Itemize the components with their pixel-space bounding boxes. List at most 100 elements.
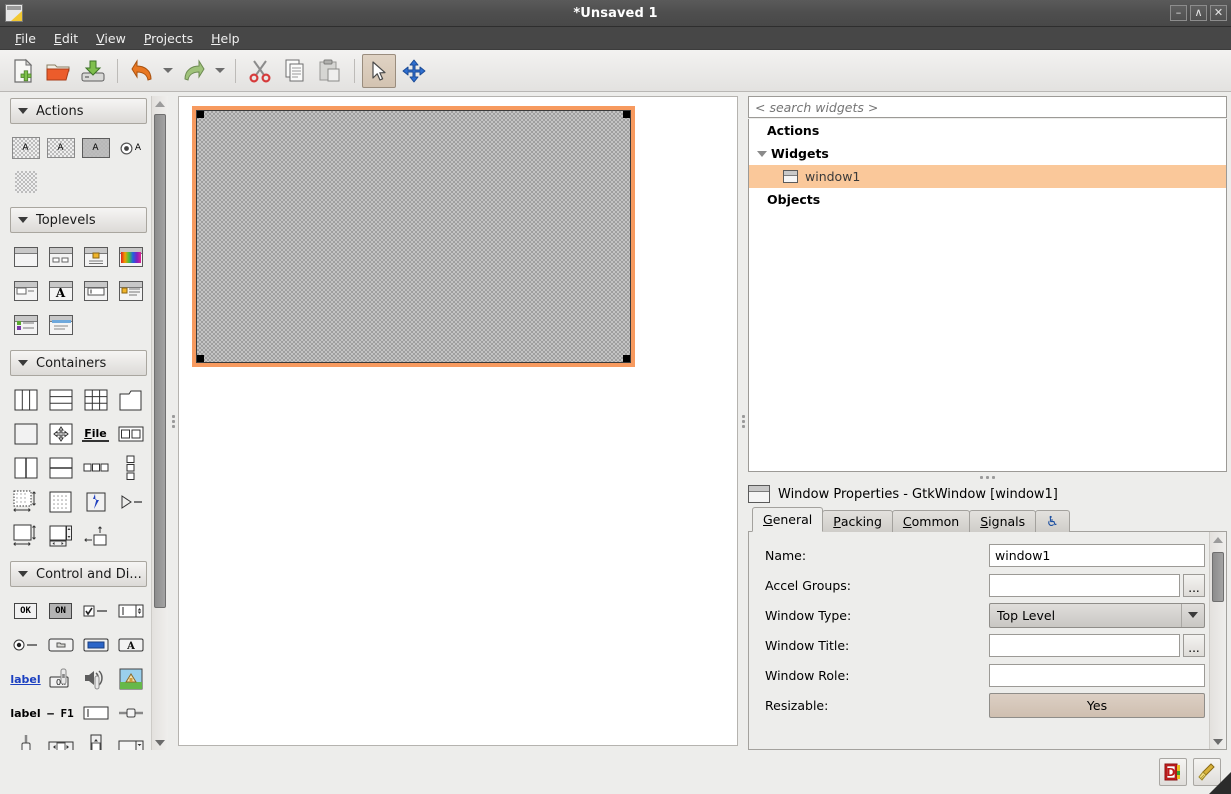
inspector-properties-splitter[interactable] bbox=[748, 472, 1227, 482]
tab-packing[interactable]: Packing bbox=[822, 510, 893, 532]
palette-section-containers[interactable]: Containers bbox=[10, 350, 147, 376]
palette-item-file-chooser-widget[interactable]: File bbox=[78, 417, 113, 451]
palette-item-input-dialog[interactable] bbox=[78, 274, 113, 308]
palette-item-box-horizontal[interactable] bbox=[8, 383, 43, 417]
palette-section-toplevels[interactable]: Toplevels bbox=[10, 207, 147, 233]
resize-grip-icon[interactable] bbox=[1209, 772, 1231, 794]
palette-item-file-chooser-button[interactable] bbox=[43, 628, 78, 662]
resize-handle-top-left[interactable] bbox=[197, 111, 204, 118]
maximize-button[interactable]: ∧ bbox=[1190, 5, 1207, 21]
palette-section-control-display[interactable]: Control and Di... bbox=[10, 561, 147, 587]
palette-item-link-button[interactable]: label bbox=[8, 662, 43, 696]
palette-item-color-button[interactable] bbox=[78, 628, 113, 662]
palette-item-font-button[interactable]: A bbox=[113, 628, 148, 662]
tree-row-objects[interactable]: Objects bbox=[749, 188, 1226, 211]
palette-item-radio-action[interactable]: A bbox=[113, 131, 148, 165]
palette-item-hscale[interactable] bbox=[113, 696, 148, 730]
palette-item-vscale[interactable] bbox=[8, 730, 43, 750]
palette-item-check-button[interactable] bbox=[78, 594, 113, 628]
palette-item-scrolled-window[interactable] bbox=[43, 519, 78, 553]
undo-button[interactable] bbox=[125, 54, 159, 88]
menu-file[interactable]: File bbox=[6, 29, 45, 48]
palette-item-handle-box[interactable] bbox=[78, 519, 113, 553]
palette-item-hbutton-box[interactable] bbox=[78, 451, 113, 485]
palette-item-file-chooser-dialog[interactable] bbox=[8, 274, 43, 308]
palette-item-accel-label[interactable]: — F1 bbox=[43, 696, 78, 730]
palette-canvas-splitter[interactable] bbox=[168, 92, 178, 750]
tab-common[interactable]: Common bbox=[891, 510, 971, 532]
tab-signals[interactable]: Signals bbox=[969, 510, 1037, 532]
palette-item-button[interactable]: OK bbox=[8, 594, 43, 628]
window-type-dropdown[interactable] bbox=[1181, 603, 1204, 627]
palette-scroll-down-icon[interactable] bbox=[152, 735, 168, 750]
palette-item-color-selection-dialog[interactable] bbox=[113, 240, 148, 274]
palette-item-action-group[interactable]: A bbox=[8, 131, 43, 165]
palette-item-spin-button[interactable] bbox=[113, 594, 148, 628]
save-button[interactable] bbox=[76, 54, 110, 88]
palette-scrollbar[interactable] bbox=[151, 96, 168, 750]
palette-section-actions[interactable]: Actions bbox=[10, 98, 147, 124]
palette-item-button-box[interactable] bbox=[113, 417, 148, 451]
copy-button[interactable] bbox=[278, 54, 312, 88]
palette-item-volume-button[interactable] bbox=[78, 662, 113, 696]
palette-item-layout[interactable] bbox=[8, 485, 43, 519]
palette-item-alignment[interactable] bbox=[43, 417, 78, 451]
tab-general[interactable]: General bbox=[752, 507, 824, 532]
properties-scrollbar[interactable] bbox=[1209, 532, 1226, 749]
tree-row-actions[interactable]: Actions bbox=[749, 119, 1226, 142]
menu-help[interactable]: Help bbox=[202, 29, 249, 48]
minimize-button[interactable]: – bbox=[1170, 5, 1187, 21]
palette-scroll-up-icon[interactable] bbox=[152, 96, 168, 111]
cut-button[interactable] bbox=[243, 54, 277, 88]
devhelp-button[interactable]: D bbox=[1159, 758, 1187, 786]
close-button[interactable]: ✕ bbox=[1210, 5, 1227, 21]
window-title-browse-button[interactable]: ... bbox=[1183, 633, 1205, 657]
palette-item-table[interactable] bbox=[78, 383, 113, 417]
properties-scroll-down-icon[interactable] bbox=[1210, 734, 1226, 749]
resize-handle-top-right[interactable] bbox=[623, 111, 630, 118]
palette-item-viewport[interactable] bbox=[8, 519, 43, 553]
window-title-field[interactable] bbox=[989, 633, 1180, 657]
redo-button[interactable] bbox=[177, 54, 211, 88]
canvas-inspector-splitter[interactable] bbox=[738, 92, 748, 750]
widget-tree[interactable]: Actions Widgets window1 Objects bbox=[748, 119, 1227, 472]
palette-item-box-vertical[interactable] bbox=[43, 383, 78, 417]
palette-item-combo-box[interactable] bbox=[113, 730, 148, 750]
new-button[interactable] bbox=[6, 54, 40, 88]
palette-item-notebook[interactable] bbox=[113, 383, 148, 417]
resize-handle-bottom-left[interactable] bbox=[197, 355, 204, 362]
selected-window-widget[interactable] bbox=[192, 106, 635, 367]
palette-item-vbutton-box[interactable] bbox=[113, 451, 148, 485]
palette-item-label[interactable]: label bbox=[8, 696, 43, 730]
search-input[interactable] bbox=[748, 96, 1227, 118]
select-pointer-button[interactable] bbox=[362, 53, 396, 88]
properties-scrollbar-thumb[interactable] bbox=[1212, 552, 1224, 602]
window-role-field[interactable] bbox=[989, 663, 1205, 687]
design-canvas[interactable] bbox=[178, 96, 738, 746]
palette-item-fixed[interactable] bbox=[43, 485, 78, 519]
accel-groups-field[interactable] bbox=[989, 573, 1180, 597]
menu-projects[interactable]: Projects bbox=[135, 29, 202, 48]
undo-dropdown[interactable] bbox=[160, 54, 176, 88]
redo-dropdown[interactable] bbox=[212, 54, 228, 88]
palette-item-assistant[interactable] bbox=[8, 308, 43, 342]
palette-item-entry[interactable] bbox=[78, 696, 113, 730]
accel-groups-browse-button[interactable]: ... bbox=[1183, 573, 1205, 597]
resize-handle-bottom-right[interactable] bbox=[623, 355, 630, 362]
menu-edit[interactable]: Edit bbox=[45, 29, 87, 48]
palette-item-expander[interactable] bbox=[113, 485, 148, 519]
paste-button[interactable] bbox=[313, 54, 347, 88]
palette-item-offscreen-window[interactable] bbox=[43, 308, 78, 342]
palette-item-window[interactable] bbox=[8, 240, 43, 274]
palette-item-radio-button[interactable] bbox=[8, 628, 43, 662]
palette-item-vscrollbar[interactable] bbox=[78, 730, 113, 750]
properties-scroll-up-icon[interactable] bbox=[1210, 532, 1226, 547]
palette-item-vpaned[interactable] bbox=[43, 451, 78, 485]
tree-row-window1[interactable]: window1 bbox=[749, 165, 1226, 188]
palette-item-recent-action[interactable] bbox=[8, 165, 43, 199]
palette-item-toggle-button[interactable]: ON bbox=[43, 594, 78, 628]
tree-row-widgets[interactable]: Widgets bbox=[749, 142, 1226, 165]
palette-item-event-box[interactable] bbox=[78, 485, 113, 519]
tab-accessibility[interactable]: ♿ bbox=[1035, 510, 1070, 532]
window-type-combo[interactable]: Top Level bbox=[989, 602, 1205, 628]
